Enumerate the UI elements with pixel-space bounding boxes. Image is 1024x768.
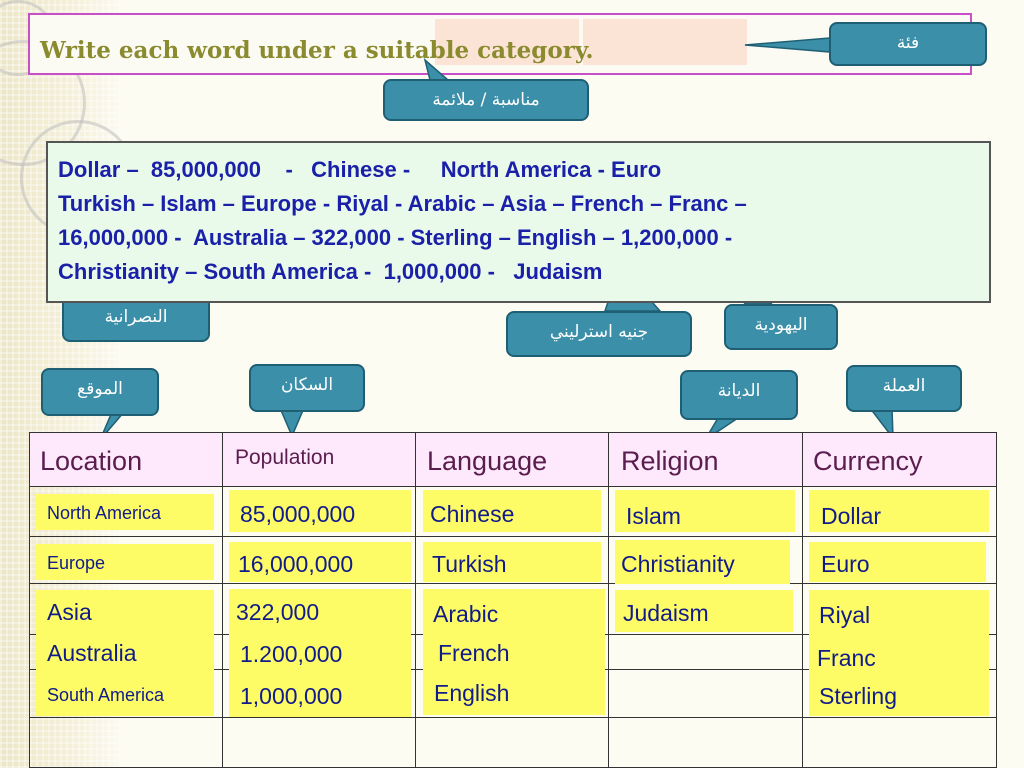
cell-language: French [438,640,510,666]
header-population: Population [235,446,335,469]
cell-currency: Euro [821,551,870,577]
cell-location: North America [47,503,162,523]
cell-population: 322,000 [236,599,320,625]
callout-suitable: مناسبة / ملائمة [383,79,589,121]
cell-location: Asia [47,599,92,625]
callout-currency: العملة [846,365,962,412]
word-bank-line: 16,000,000 - Australia – 322,000 - Sterl… [58,225,733,250]
callout-category: فئة [829,22,987,66]
header-currency: Currency [813,446,923,476]
cell-language: English [434,680,510,706]
pointer-category [744,37,831,53]
cell-currency: Riyal [819,602,871,628]
cell-population: 1,000,000 [240,683,343,709]
word-bank-line: Christianity – South America - 1,000,000… [58,259,603,284]
cell-location: South America [47,685,165,705]
cell-religion: Christianity [621,551,735,577]
header-language: Language [427,446,548,476]
word-bank: Dollar – 85,000,000 - Chinese - North Am… [46,141,991,303]
callout-location: الموقع [41,368,159,416]
cell-currency: Franc [817,645,876,671]
callout-religion: الديانة [680,370,798,420]
cell-religion: Judaism [623,600,709,626]
cell-religion: Islam [626,503,681,529]
cell-location: Australia [47,640,137,666]
cell-currency: Sterling [819,683,897,709]
callout-judaism: اليهودية [724,304,838,350]
cell-currency: Dollar [821,503,882,529]
header-religion: Religion [621,446,719,476]
cell-location: Europe [47,553,106,573]
cell-population: 16,000,000 [238,551,354,577]
callout-sterling: جنيه استرليني [506,311,692,357]
cell-population: 1.200,000 [240,641,343,667]
cell-population: 85,000,000 [240,501,356,527]
table-row [29,716,997,768]
callout-population: السكان [249,364,365,412]
header-location: Location [40,446,143,476]
word-bank-line: Dollar – 85,000,000 - Chinese - North Am… [58,157,662,182]
cell-language: Turkish [432,551,507,577]
pointer-suitable [423,57,451,81]
cell-language: Arabic [433,601,499,627]
cell-language: Chinese [430,501,515,527]
word-bank-line: Turkish – Islam – Europe - Riyal - Arabi… [58,191,747,216]
